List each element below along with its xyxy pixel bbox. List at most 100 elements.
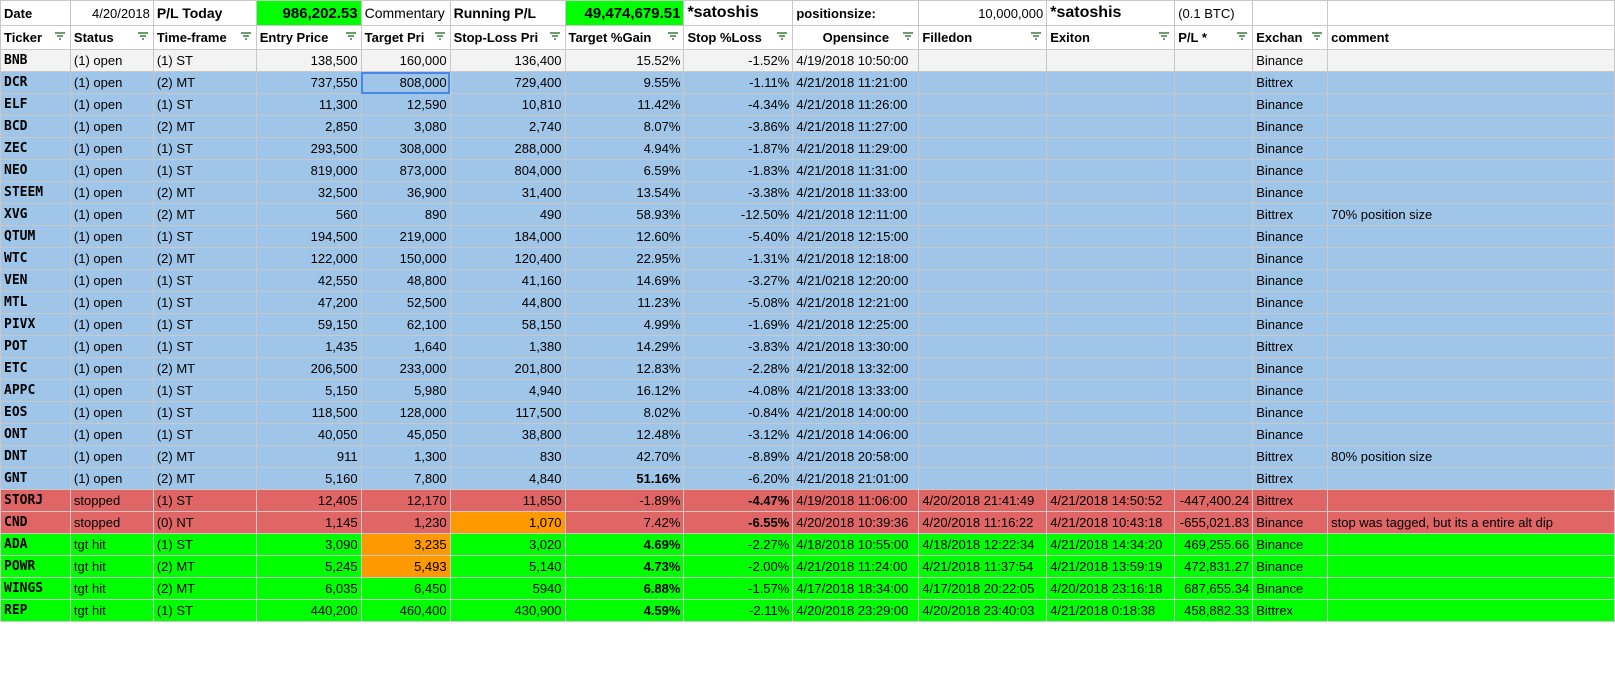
target-gain-cell[interactable]: 7.42% <box>564 511 685 534</box>
filledon-cell[interactable] <box>918 49 1048 72</box>
entry-price-cell[interactable]: 293,500 <box>255 137 362 160</box>
exchange-cell[interactable]: Bittrex <box>1252 489 1329 512</box>
target-price-cell[interactable]: 233,000 <box>360 357 451 380</box>
column-header[interactable]: Status <box>69 25 154 50</box>
stop-loss-pct-cell[interactable]: -5.08% <box>683 291 794 314</box>
date-label-cell[interactable]: Date <box>0 0 71 26</box>
exchange-cell[interactable]: Bittrex <box>1252 335 1329 358</box>
exchange-cell[interactable]: Bittrex <box>1252 203 1329 226</box>
entry-price-cell[interactable]: 11,300 <box>255 93 362 116</box>
pl-cell[interactable] <box>1174 335 1254 358</box>
exiton-cell[interactable] <box>1046 71 1176 94</box>
stop-loss-cell[interactable]: 4,840 <box>449 467 566 490</box>
opensince-cell[interactable]: 4/21/2018 20:58:00 <box>792 445 920 468</box>
column-header[interactable]: P/L * <box>1174 25 1254 50</box>
column-header[interactable]: Entry Price <box>255 25 362 50</box>
timeframe-cell[interactable]: (1) ST <box>152 379 257 402</box>
exchange-cell[interactable]: Binance <box>1252 357 1329 380</box>
opensince-cell[interactable]: 4/21/2018 12:11:00 <box>792 203 920 226</box>
column-header[interactable]: Exiton <box>1046 25 1176 50</box>
stop-loss-pct-cell[interactable]: -1.83% <box>683 159 794 182</box>
stop-loss-pct-cell[interactable]: -1.69% <box>683 313 794 336</box>
exiton-cell[interactable] <box>1046 247 1176 270</box>
column-header[interactable]: Filledon <box>918 25 1048 50</box>
stop-loss-pct-cell[interactable]: -4.34% <box>683 93 794 116</box>
exchange-cell[interactable]: Bittrex <box>1252 599 1329 622</box>
timeframe-cell[interactable]: (2) MT <box>152 115 257 138</box>
opensince-cell[interactable]: 4/21/2018 11:33:00 <box>792 181 920 204</box>
stop-loss-pct-cell[interactable]: -12.50% <box>683 203 794 226</box>
opensince-cell[interactable]: 4/21/2018 13:30:00 <box>792 335 920 358</box>
pl-cell[interactable] <box>1174 401 1254 424</box>
timeframe-cell[interactable]: (2) MT <box>152 445 257 468</box>
filter-icon[interactable] <box>549 31 561 43</box>
filledon-cell[interactable] <box>918 203 1048 226</box>
status-cell[interactable]: (1) open <box>69 225 154 248</box>
target-price-cell[interactable]: 5,493 <box>360 555 451 578</box>
pl-cell[interactable] <box>1174 423 1254 446</box>
target-price-cell[interactable]: 890 <box>360 203 451 226</box>
timeframe-cell[interactable]: (1) ST <box>152 313 257 336</box>
opensince-cell[interactable]: 4/21/2018 14:06:00 <box>792 423 920 446</box>
target-gain-cell[interactable]: 12.60% <box>564 225 685 248</box>
comment-cell[interactable] <box>1327 533 1615 556</box>
comment-cell[interactable] <box>1327 357 1615 380</box>
ticker-cell[interactable]: EOS <box>0 401 71 424</box>
entry-price-cell[interactable]: 440,200 <box>255 599 362 622</box>
target-price-cell[interactable]: 219,000 <box>360 225 451 248</box>
ticker-cell[interactable]: STEEM <box>0 181 71 204</box>
stop-loss-cell[interactable]: 830 <box>449 445 566 468</box>
filledon-cell[interactable] <box>918 93 1048 116</box>
entry-price-cell[interactable]: 5,160 <box>255 467 362 490</box>
target-price-cell[interactable]: 52,500 <box>360 291 451 314</box>
comment-cell[interactable] <box>1327 137 1615 160</box>
timeframe-cell[interactable]: (1) ST <box>152 137 257 160</box>
ticker-cell[interactable]: WTC <box>0 247 71 270</box>
stop-loss-cell[interactable]: 117,500 <box>449 401 566 424</box>
exiton-cell[interactable] <box>1046 137 1176 160</box>
filledon-cell[interactable] <box>918 313 1048 336</box>
entry-price-cell[interactable]: 47,200 <box>255 291 362 314</box>
positionsize-label-cell[interactable]: positionsize: <box>792 0 920 26</box>
filledon-cell[interactable]: 4/21/2018 11:37:54 <box>918 555 1048 578</box>
column-header[interactable]: comment <box>1327 25 1615 50</box>
stop-loss-cell[interactable]: 804,000 <box>449 159 566 182</box>
timeframe-cell[interactable]: (1) ST <box>152 93 257 116</box>
stop-loss-cell[interactable]: 5940 <box>449 577 566 600</box>
opensince-cell[interactable]: 4/19/2018 10:50:00 <box>792 49 920 72</box>
entry-price-cell[interactable]: 737,550 <box>255 71 362 94</box>
column-header[interactable]: Exchan <box>1252 25 1329 50</box>
ticker-cell[interactable]: ADA <box>0 533 71 556</box>
timeframe-cell[interactable]: (1) ST <box>152 159 257 182</box>
target-price-cell[interactable]: 3,080 <box>360 115 451 138</box>
target-price-cell[interactable]: 128,000 <box>360 401 451 424</box>
status-cell[interactable]: (1) open <box>69 335 154 358</box>
timeframe-cell[interactable]: (1) ST <box>152 423 257 446</box>
timeframe-cell[interactable]: (2) MT <box>152 577 257 600</box>
opensince-cell[interactable]: 4/21/2018 12:21:00 <box>792 291 920 314</box>
filter-icon[interactable] <box>137 31 149 43</box>
running-pl-value-cell[interactable]: 49,474,679.51 <box>564 0 685 26</box>
ticker-cell[interactable]: WINGS <box>0 577 71 600</box>
filledon-cell[interactable] <box>918 225 1048 248</box>
filledon-cell[interactable] <box>918 137 1048 160</box>
exiton-cell[interactable] <box>1046 269 1176 292</box>
comment-cell[interactable] <box>1327 291 1615 314</box>
stop-loss-cell[interactable]: 1,380 <box>449 335 566 358</box>
status-cell[interactable]: (1) open <box>69 379 154 402</box>
target-gain-cell[interactable]: 11.23% <box>564 291 685 314</box>
exchange-cell[interactable]: Bittrex <box>1252 445 1329 468</box>
target-price-cell[interactable]: 308,000 <box>360 137 451 160</box>
target-gain-cell[interactable]: 11.42% <box>564 93 685 116</box>
filledon-cell[interactable] <box>918 467 1048 490</box>
stop-loss-cell[interactable]: 2,740 <box>449 115 566 138</box>
stop-loss-pct-cell[interactable]: -3.83% <box>683 335 794 358</box>
filter-icon[interactable] <box>1236 31 1248 43</box>
status-cell[interactable]: (1) open <box>69 247 154 270</box>
column-header[interactable]: Ticker <box>0 25 71 50</box>
filter-icon[interactable] <box>1030 31 1042 43</box>
filledon-cell[interactable] <box>918 115 1048 138</box>
stop-loss-pct-cell[interactable]: -4.47% <box>683 489 794 512</box>
filledon-cell[interactable]: 4/20/2018 21:41:49 <box>918 489 1048 512</box>
pl-cell[interactable] <box>1174 49 1254 72</box>
